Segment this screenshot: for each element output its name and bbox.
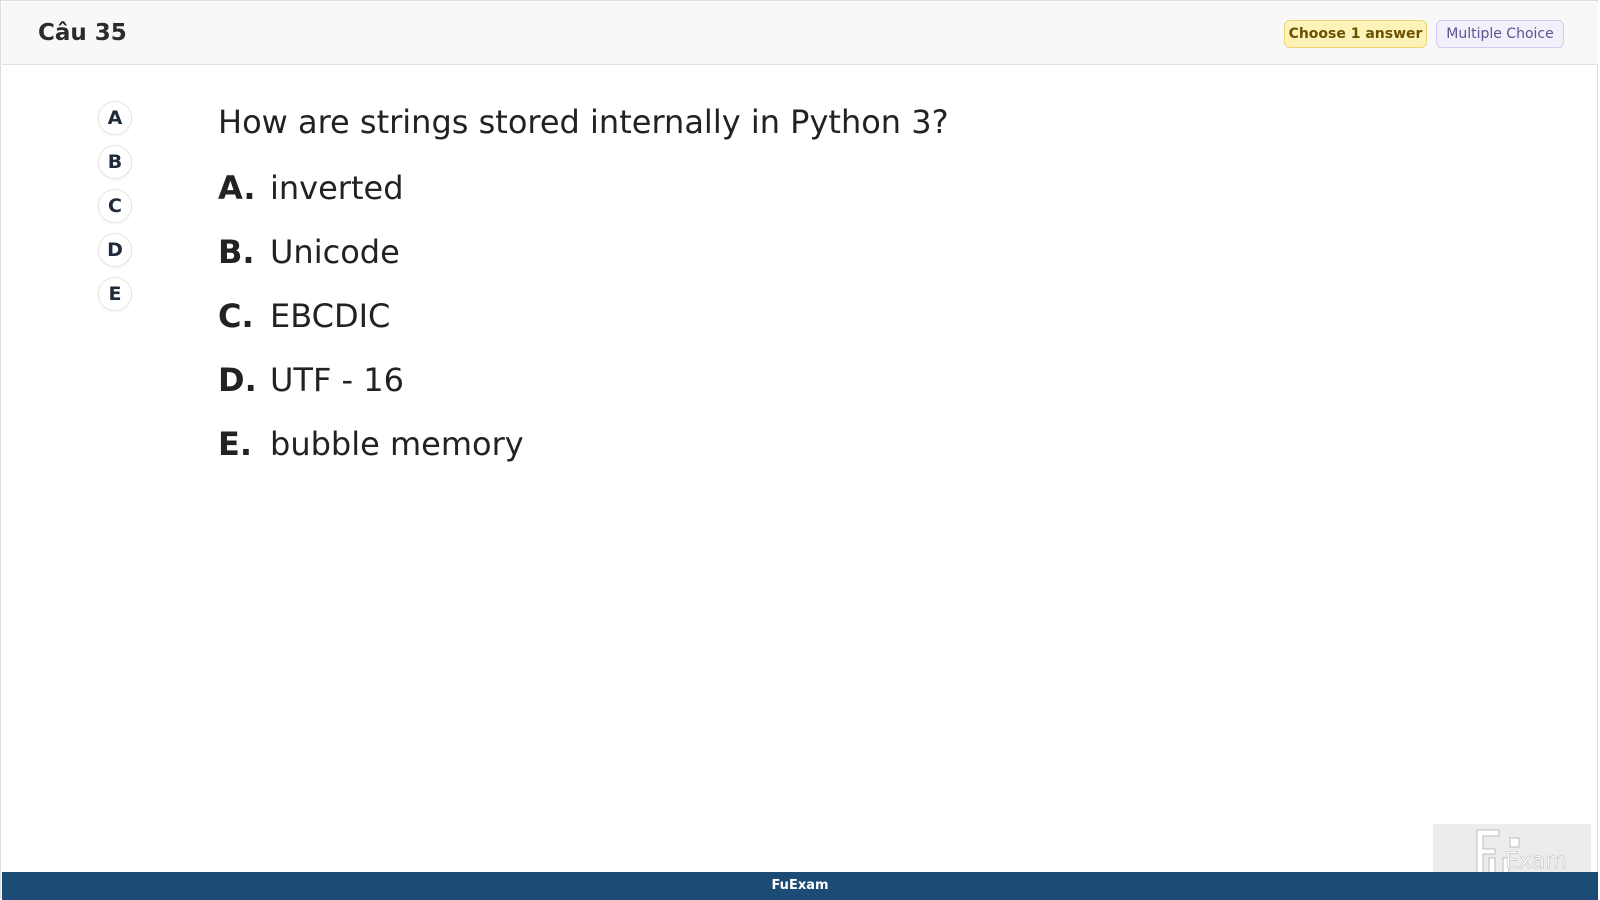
answer-button-a[interactable]: A [98,101,132,135]
footer-bar: FuExam [2,872,1598,900]
quiz-window: Câu 35 Choose 1 answer Multiple Choice A… [0,0,1598,900]
option-d: D. UTF - 16 [218,361,524,425]
answer-button-e[interactable]: E [98,277,132,311]
option-text: bubble memory [270,425,524,463]
options-list: A. inverted B. Unicode C. EBCDIC D. UTF - 16… [218,169,524,489]
option-text: inverted [270,169,404,207]
option-text: UTF - 16 [270,361,404,399]
option-c: C. EBCDIC [218,297,524,361]
option-b: B. Unicode [218,233,524,297]
svg-text:Exam: Exam [1505,849,1567,874]
question-header: Câu 35 Choose 1 answer Multiple Choice [2,2,1598,65]
answer-button-c[interactable]: C [98,189,132,223]
option-letter: D. [218,361,257,399]
question-number: Câu 35 [38,20,127,46]
answer-button-d[interactable]: D [98,233,132,267]
option-letter: B. [218,233,255,271]
option-e: E. bubble memory [218,425,524,489]
option-letter: A. [218,169,256,207]
answer-button-b[interactable]: B [98,145,132,179]
option-text: Unicode [270,233,400,271]
question-type-badge: Multiple Choice [1436,20,1564,48]
answer-selector: A B C D E [98,101,134,321]
option-letter: E. [218,425,253,463]
option-a: A. inverted [218,169,524,233]
option-letter: C. [218,297,254,335]
question-text: How are strings stored internally in Pyt… [218,103,949,141]
choose-answer-badge: Choose 1 answer [1284,20,1427,48]
option-text: EBCDIC [270,297,391,335]
